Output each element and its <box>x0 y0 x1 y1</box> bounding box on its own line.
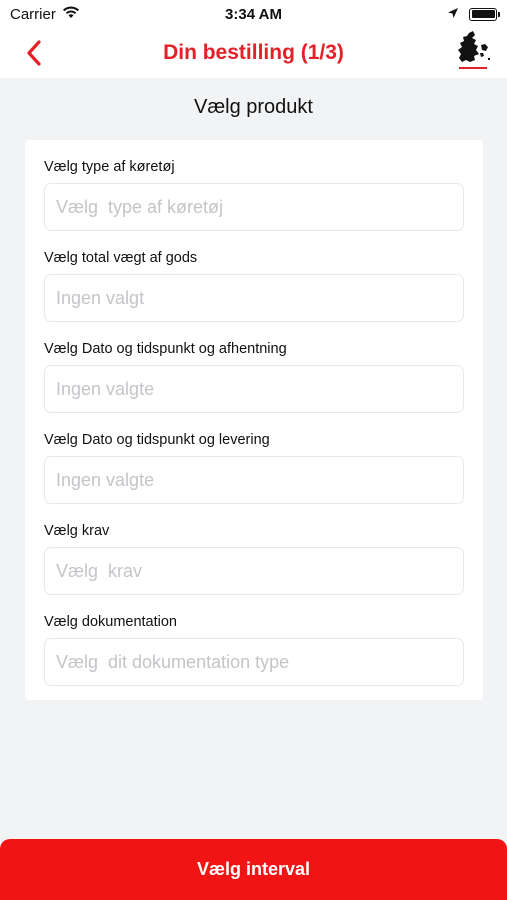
back-button[interactable] <box>20 36 48 70</box>
navigation-bar: Din bestilling (1/3) <box>0 28 507 78</box>
status-time: 3:34 AM <box>225 5 282 23</box>
requirements-input[interactable] <box>44 547 464 595</box>
delivery-datetime-label: Vælg Dato og tidspunkt og levering <box>44 432 270 448</box>
vehicle-type-label: Vælg type af køretøj <box>44 159 175 175</box>
status-bar: Carrier 3:34 AM <box>0 0 507 28</box>
section-title: Vælg produkt <box>194 96 313 118</box>
pickup-datetime-label: Vælg Dato og tidspunkt og afhentning <box>44 341 287 357</box>
requirements-label: Vælg krav <box>44 523 110 539</box>
total-weight-input[interactable] <box>44 274 464 322</box>
denmark-map-logo <box>458 31 490 69</box>
pickup-datetime-input[interactable] <box>44 365 464 413</box>
product-form-card: Vælg type af køretøj Vælg total vægt af … <box>25 140 483 700</box>
battery-level <box>471 10 495 18</box>
documentation-input[interactable] <box>44 638 464 686</box>
back-chevron-icon <box>27 40 41 66</box>
select-interval-button[interactable]: Vælg interval <box>0 839 507 900</box>
documentation-label: Vælg dokumentation <box>44 614 177 630</box>
page-title: Din bestilling (1/3) <box>163 41 344 64</box>
delivery-datetime-input[interactable] <box>44 456 464 504</box>
total-weight-label: Vælg total vægt af gods <box>44 250 198 266</box>
vehicle-type-input[interactable] <box>44 183 464 231</box>
battery-icon <box>469 7 500 21</box>
